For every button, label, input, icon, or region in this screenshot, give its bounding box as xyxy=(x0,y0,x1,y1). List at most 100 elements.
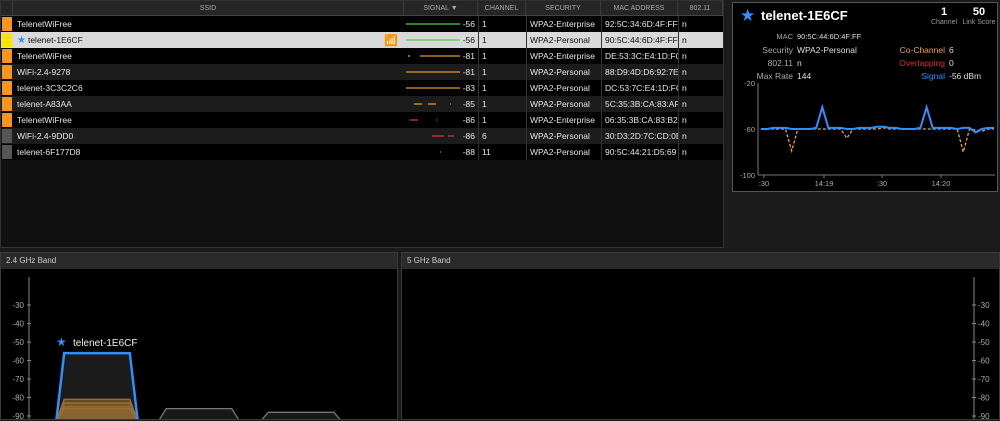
signal-text: -81 xyxy=(462,67,475,77)
y-tick-label: -50 xyxy=(978,338,990,347)
table-row[interactable]: WiFi-2.4-9DD0 -86 6 WPA2-Personal 30:D3:… xyxy=(1,128,723,144)
mac-cell: DC:53:7C:E4:1D:FC xyxy=(601,80,678,96)
mac-cell: 90:5C:44:6D:4F:FF xyxy=(601,32,678,48)
table-row[interactable]: WiFi-2.4-9278 -81 1 WPA2-Personal 88:D9:… xyxy=(1,64,723,80)
color-chip[interactable] xyxy=(2,145,12,159)
mac-cell: 30:D3:2D:7C:CD:0E xyxy=(601,128,678,144)
table-row[interactable]: telenet-A83AA -85 1 WPA2-Personal 5C:35:… xyxy=(1,96,723,112)
band-5-title: 5 GHz Band xyxy=(402,253,999,269)
color-col-header xyxy=(1,1,13,15)
ssid-text: telenet-3C3C2C6 xyxy=(17,83,83,93)
mac-cell: DE:53:3C:E4:1D:FC xyxy=(601,48,678,64)
signal-text: -86 xyxy=(462,115,475,125)
color-chip-cell xyxy=(1,48,13,64)
table-row[interactable]: ★ telenet-1E6CF 📶 -56 1 WPA2-Personal 90:5… xyxy=(1,32,723,48)
ssid-text: TelenetWiFree xyxy=(17,19,72,29)
std-cell: n xyxy=(678,128,723,144)
security-cell: WPA2-Personal xyxy=(526,96,601,112)
color-chip[interactable] xyxy=(2,17,12,31)
table-row[interactable]: telenet-6F177D8 -88 11 WPA2-Personal 90:… xyxy=(1,144,723,160)
color-chip[interactable] xyxy=(2,129,12,143)
color-chip-cell xyxy=(1,64,13,80)
ssid-cell: TelenetWiFree xyxy=(13,48,404,64)
band-24-title: 2.4 GHz Band xyxy=(1,253,397,269)
y-tick-label: -90 xyxy=(978,412,990,419)
security-label: Security xyxy=(762,45,793,55)
channel-cell: 6 xyxy=(478,128,526,144)
ssid-cell: WiFi-2.4-9278 xyxy=(13,64,404,80)
color-chip[interactable] xyxy=(2,49,12,63)
channel-cell: 1 xyxy=(478,64,526,80)
table-header: SSID SIGNAL ▼ CHANNEL SECURITY MAC ADDRE… xyxy=(1,1,723,16)
table-row[interactable]: TelenetWiFree -56 1 WPA2-Enterprise 92:5… xyxy=(1,16,723,32)
ssid-text: telenet-A83AA xyxy=(17,99,72,109)
link-score-label: Link Score xyxy=(962,19,996,26)
channel-cell: 1 xyxy=(478,16,526,32)
signal-sparkline xyxy=(410,119,437,121)
mac-cell: 06:35:3B:CA:83:B2 xyxy=(601,112,678,128)
std-cell: n xyxy=(678,16,723,32)
cochannel-value: 6 xyxy=(949,45,954,55)
signal-cell: -81 xyxy=(404,64,478,80)
y-tick-label: -20 xyxy=(744,81,755,88)
channel-cell: 1 xyxy=(478,96,526,112)
color-chip-cell xyxy=(1,80,13,96)
color-chip[interactable] xyxy=(2,97,12,111)
color-chip[interactable] xyxy=(2,113,12,127)
overlapping-value: 0 xyxy=(949,58,954,68)
security-col-header[interactable]: SECURITY xyxy=(526,1,601,15)
signal-sparkline xyxy=(414,103,451,105)
signal-cell: -81 xyxy=(404,48,478,64)
y-tick-label: -70 xyxy=(12,375,24,384)
color-chip[interactable] xyxy=(2,65,12,79)
ssid-cell: WiFi-2.4-9DD0 xyxy=(13,128,404,144)
y-tick-label: -70 xyxy=(978,375,990,384)
channel-cell: 1 xyxy=(478,32,526,48)
signal-cell: -56 xyxy=(404,32,478,48)
std-cell: n xyxy=(678,112,723,128)
mac-cell: 90:5C:44:21:D5:69 xyxy=(601,144,678,160)
signal-cell: -56 xyxy=(404,16,478,32)
signal-text: -88 xyxy=(462,147,475,157)
x-tick-label: :30 xyxy=(877,179,887,188)
color-chip-cell xyxy=(1,144,13,160)
table-row[interactable]: TelenetWiFree -86 1 WPA2-Enterprise 06:3… xyxy=(1,112,723,128)
channel-col-header[interactable]: CHANNEL xyxy=(478,1,526,15)
max-rate-label: Max Rate xyxy=(756,71,793,81)
color-chip-cell xyxy=(1,32,13,48)
std-cell: n xyxy=(678,80,723,96)
band-5-panel: 5 GHz Band -30-40-50-60-70-80-9036404448… xyxy=(401,252,1000,421)
channel-cell: 1 xyxy=(478,80,526,96)
channel-cell: 11 xyxy=(478,144,526,160)
x-tick-label: 14:20 xyxy=(932,179,951,188)
signal-value: -56 dBm xyxy=(949,71,982,81)
y-tick-label: -90 xyxy=(12,412,24,419)
band-24-panel: 2.4 GHz Band -30-40-50-60-70-80-90123456… xyxy=(0,252,398,421)
channel-cell: 1 xyxy=(478,48,526,64)
security-cell: WPA2-Personal xyxy=(526,80,601,96)
network-detail-panel: ★ telenet-1E6CF 1 Channel 50 Link Score … xyxy=(732,2,998,192)
mac-col-header[interactable]: MAC ADDRESS xyxy=(601,1,678,15)
table-row[interactable]: TelenetWiFree -81 1 WPA2-Enterprise DE:5… xyxy=(1,48,723,64)
std-col-header[interactable]: 802.11 xyxy=(678,1,723,15)
std-cell: n xyxy=(678,96,723,112)
table-row[interactable]: telenet-3C3C2C6 -83 1 WPA2-Personal DC:5… xyxy=(1,80,723,96)
wifi-connected-icon: 📶 xyxy=(384,34,398,47)
signal-text: -81 xyxy=(462,51,475,61)
ssid-col-header[interactable]: SSID xyxy=(13,1,404,15)
signal-sparkline xyxy=(406,87,460,89)
security-cell: WPA2-Enterprise xyxy=(526,112,601,128)
star-icon[interactable]: ★ xyxy=(17,35,26,46)
color-chip[interactable] xyxy=(2,33,12,47)
star-icon[interactable]: ★ xyxy=(740,6,755,26)
signal-text: -85 xyxy=(462,99,475,109)
signal-col-header[interactable]: SIGNAL ▼ xyxy=(404,1,478,15)
ssid-text: telenet-1E6CF xyxy=(27,35,83,45)
y-tick-label: -80 xyxy=(12,394,24,403)
series-line-co-channel xyxy=(761,127,994,155)
overlapping-label: Overlapping xyxy=(899,58,945,68)
color-chip[interactable] xyxy=(2,81,12,95)
color-chip-cell xyxy=(1,16,13,32)
band-24-chart: -30-40-50-60-70-80-9012345678910111213★t… xyxy=(12,277,343,421)
network-curve xyxy=(55,351,139,421)
